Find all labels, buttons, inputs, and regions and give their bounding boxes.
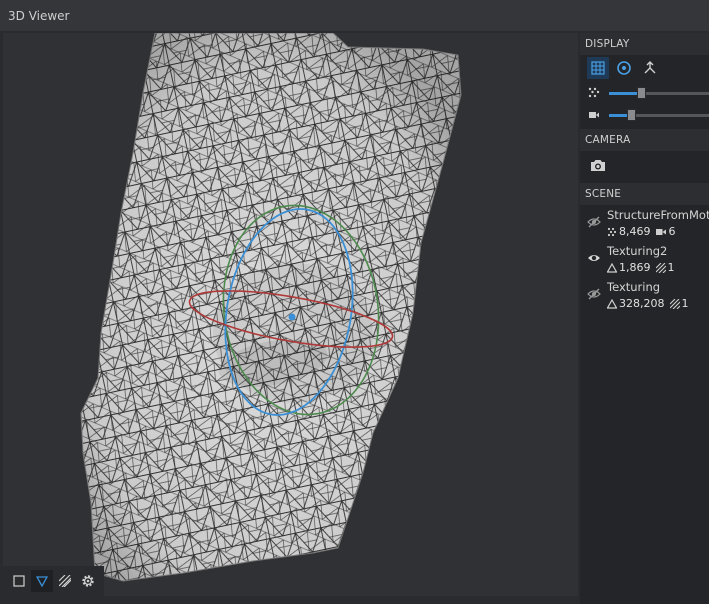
viewport-toolbar bbox=[3, 566, 104, 596]
scene-item-stats: 8,469 6 bbox=[607, 225, 676, 238]
solid-view-button[interactable] bbox=[8, 570, 30, 592]
camera-icon bbox=[655, 228, 666, 235]
mesh-render bbox=[80, 33, 462, 582]
camera-icon bbox=[589, 112, 599, 118]
settings-button[interactable] bbox=[77, 570, 99, 592]
points-icon bbox=[607, 227, 617, 236]
texture-count: 1 bbox=[681, 297, 689, 310]
camera-header: CAMERA bbox=[580, 129, 709, 151]
texture-icon bbox=[669, 298, 680, 309]
slider-handle[interactable] bbox=[627, 109, 636, 121]
scene-item-texturing[interactable]: Texturing 328,208 1 bbox=[580, 280, 709, 316]
slider-handle[interactable] bbox=[637, 87, 646, 99]
slider-track[interactable] bbox=[609, 87, 709, 99]
title-bar: 3D Viewer bbox=[0, 0, 709, 32]
square-icon bbox=[13, 575, 25, 587]
eye-off-icon[interactable] bbox=[587, 215, 601, 229]
display-axis-button[interactable] bbox=[639, 57, 661, 79]
eye-icon[interactable] bbox=[587, 251, 601, 265]
3d-viewport[interactable] bbox=[3, 33, 578, 596]
scene-item-name: Texturing2 bbox=[607, 244, 668, 258]
scene-item-name: Texturing bbox=[607, 280, 661, 294]
scene-item-stats: 1,869 1 bbox=[607, 261, 675, 274]
point-count: 8,469 bbox=[619, 225, 651, 238]
window-title: 3D Viewer bbox=[8, 9, 70, 23]
camera-snapshot-icon bbox=[591, 160, 605, 171]
texture-icon bbox=[655, 262, 666, 273]
scene-item-structure-from-motion[interactable]: StructureFromMotion 8,469 6 bbox=[580, 208, 709, 244]
slider-track[interactable] bbox=[609, 109, 709, 121]
camera-count: 6 bbox=[668, 225, 676, 238]
face-count: 1,869 bbox=[619, 261, 651, 274]
display-gizmo-button[interactable] bbox=[613, 57, 635, 79]
triangle-down-icon bbox=[36, 576, 48, 587]
triangle-icon bbox=[607, 298, 617, 309]
grid-icon bbox=[591, 61, 605, 75]
gear-icon bbox=[82, 575, 94, 587]
display-header: DISPLAY bbox=[580, 33, 709, 55]
scene-header: SCENE bbox=[580, 183, 709, 205]
face-count: 328,208 bbox=[619, 297, 665, 310]
points-icon bbox=[588, 87, 600, 98]
gizmo-center bbox=[288, 313, 296, 321]
scene-item-texturing2[interactable]: Texturing2 1,869 1 bbox=[580, 244, 709, 280]
scene-item-stats: 328,208 1 bbox=[607, 297, 689, 310]
textured-view-button[interactable] bbox=[54, 570, 76, 592]
points-size-slider[interactable] bbox=[580, 87, 709, 101]
camera-size-slider[interactable] bbox=[580, 109, 709, 123]
target-icon bbox=[617, 61, 631, 75]
camera-snapshot-button[interactable] bbox=[587, 154, 609, 176]
display-grid-button[interactable] bbox=[587, 57, 609, 79]
axis-icon bbox=[644, 61, 656, 74]
scene-item-name: StructureFromMotion bbox=[607, 208, 709, 222]
hatch-icon bbox=[59, 575, 71, 587]
side-panel: DISPLAY CAMERA SCENE StructureFromMot 8,… bbox=[580, 33, 709, 604]
texture-count: 1 bbox=[667, 261, 675, 274]
eye-off-icon[interactable] bbox=[587, 287, 601, 301]
triangle-icon bbox=[607, 262, 617, 273]
wireframe-view-button[interactable] bbox=[31, 570, 53, 592]
